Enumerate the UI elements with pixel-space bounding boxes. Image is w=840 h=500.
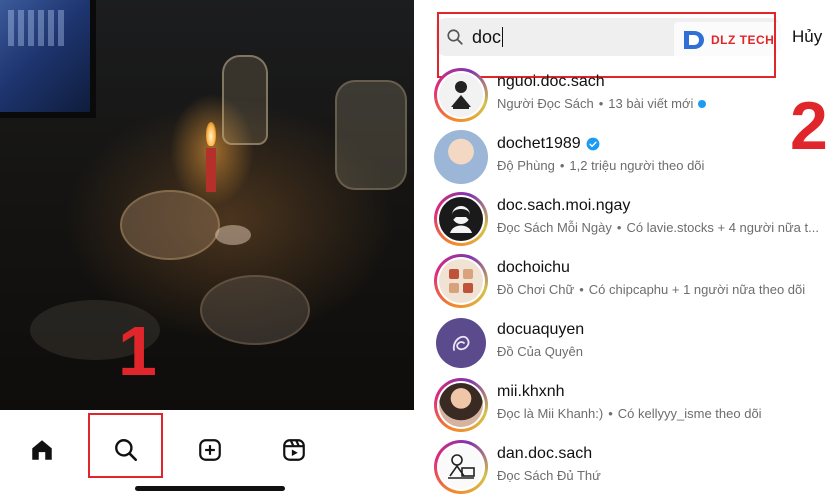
result-username: dan.doc.sach (497, 445, 592, 463)
separator-dot: • (559, 158, 565, 173)
username-text: dan.doc.sach (497, 445, 593, 462)
separator-dot: • (579, 282, 584, 297)
subtitle-text: Độ Phùng (497, 158, 555, 173)
photo-dish (200, 275, 310, 345)
result-subtitle: Đồ Của Quyên (497, 344, 840, 359)
avatar (434, 68, 488, 122)
reader-illustration-icon (451, 81, 471, 109)
result-username: doc.sach.moi.ngay (497, 197, 630, 215)
right-screenshot: doc DLZ TECH Hủy 2 nguoi.doc.sach Người … (426, 0, 840, 500)
home-indicator (135, 486, 285, 491)
avatar-photo (439, 445, 483, 489)
tab-home[interactable] (20, 428, 64, 472)
username-text: dochoichu (497, 259, 570, 276)
result-subtitle: Đọc Sách Đủ Thứ (497, 468, 840, 483)
avatar-ring-gap (437, 71, 485, 119)
avatar (434, 130, 488, 184)
create-icon (199, 439, 221, 461)
detail-text: Có kellyyy_isme theo dõi (617, 406, 762, 421)
panel-divider (414, 0, 426, 500)
highlight-box-search-tab (88, 413, 163, 478)
avatar (434, 192, 488, 246)
result-username: nguoi.doc.sach (497, 73, 605, 91)
result-subtitle: Đọc Sách Mỗi Ngày • Có lavie.stocks + 4 ng… (497, 220, 840, 235)
result-subtitle: Đọc là Mii Khanh:) • Có kellyyy_isme theo … (497, 406, 840, 421)
result-username: dochoichu (497, 259, 570, 277)
username-text: nguoi.doc.sach (497, 73, 605, 90)
avatar-photo (439, 197, 483, 241)
username-text: doc.sach.moi.ngay (497, 197, 631, 214)
reading-sketch-icon (448, 454, 475, 479)
detail-text: 1,2 triệu người theo dõi (569, 158, 705, 173)
avatar (434, 316, 488, 370)
verified-badge-icon (586, 137, 600, 151)
list-item[interactable]: dochoichu Đồ Chơi Chữ • Có chipcaphu + 1 n… (426, 251, 840, 313)
subtitle-text: Người Đọc Sách (497, 96, 594, 111)
subtitle-text: Đọc Sách Đủ Thứ (497, 468, 601, 483)
quyen-logo-icon (452, 335, 470, 351)
avatar-ring-gap (437, 195, 485, 243)
wordplay-logo-icon (449, 269, 473, 293)
subtitle-text: Đồ Của Quyên (497, 344, 583, 359)
list-item[interactable]: dan.doc.sach Đọc Sách Đủ Thứ (426, 437, 840, 499)
result-subtitle: Đồ Chơi Chữ • Có chipcaphu + 1 người nữa t… (497, 282, 840, 297)
subtitle-text: Đồ Chơi Chữ (497, 282, 575, 297)
photo-monitor (0, 0, 96, 118)
avatar-photo (436, 318, 486, 368)
result-username: mii.khxnh (497, 383, 565, 401)
separator-dot: • (616, 220, 622, 235)
photo-glass (222, 55, 268, 145)
photo-candle (206, 148, 216, 192)
separator-dot: • (598, 96, 604, 111)
photo-cup (215, 225, 251, 245)
avatar-photo (439, 259, 483, 303)
tab-create[interactable] (188, 428, 232, 472)
separator-dot: • (608, 406, 613, 421)
avatar-photo (439, 73, 483, 117)
list-item[interactable]: nguoi.doc.sach Người Đọc Sách • 13 bài viế… (426, 65, 840, 127)
girl-illustration-icon (450, 206, 472, 233)
avatar-ring-gap (437, 443, 485, 491)
photo-jar (335, 80, 407, 190)
reels-icon (283, 439, 305, 461)
detail-text: Có chipcaphu + 1 người nữa theo dõi (588, 282, 806, 297)
tab-reels[interactable] (272, 428, 316, 472)
username-text: mii.khxnh (497, 383, 565, 400)
feed-photo[interactable] (0, 0, 414, 410)
avatar (434, 378, 488, 432)
result-subtitle: Người Đọc Sách • 13 bài viết mới (497, 96, 840, 111)
step-number-1: 1 (118, 312, 157, 390)
new-posts-dot (698, 99, 707, 108)
detail-text: 13 bài viết mới (608, 96, 694, 111)
avatar-photo (434, 130, 488, 184)
avatar-ring-gap (437, 257, 485, 305)
photo-flame (206, 122, 216, 146)
avatar-ring-gap (437, 381, 485, 429)
photo-bowl (120, 190, 220, 260)
cancel-button[interactable]: Hủy (792, 27, 822, 47)
avatar (434, 254, 488, 308)
home-icon (32, 440, 52, 460)
result-username: docuaquyen (497, 321, 584, 339)
result-username: dochet1989 (497, 135, 600, 153)
result-subtitle: Độ Phùng • 1,2 triệu người theo dõi (497, 158, 840, 173)
avatar-photo (439, 383, 483, 427)
list-item[interactable]: doc.sach.moi.ngay Đọc Sách Mỗi Ngày • Có l… (426, 189, 840, 251)
subtitle-text: Đọc là Mii Khanh:) (497, 406, 604, 421)
username-text: dochet1989 (497, 135, 581, 152)
list-item[interactable]: mii.khxnh Đọc là Mii Khanh:) • Có kellyyy_… (426, 375, 840, 437)
detail-text: Có lavie.stocks + 4 người nữa t... (626, 220, 819, 235)
subtitle-text: Đọc Sách Mỗi Ngày (497, 220, 612, 235)
list-item[interactable]: docuaquyen Đồ Của Quyên (426, 313, 840, 375)
avatar (434, 440, 488, 494)
list-item[interactable]: dochet1989 Độ Phùng • 1,2 triệu người theo… (426, 127, 840, 189)
left-screenshot: 1 (0, 0, 414, 500)
username-text: docuaquyen (497, 321, 585, 338)
